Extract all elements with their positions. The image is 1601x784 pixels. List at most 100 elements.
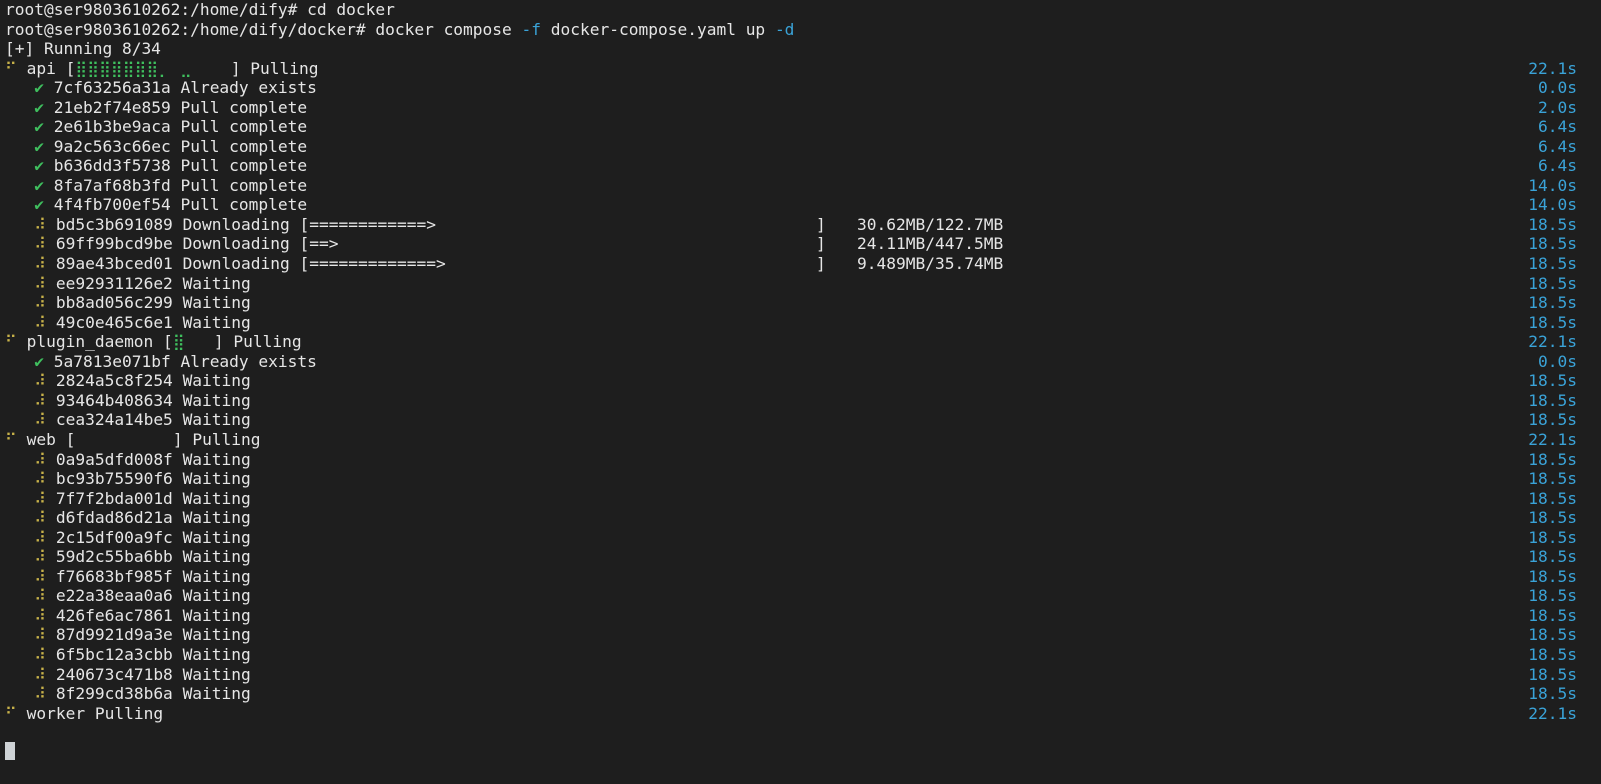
layer-row: ⠼ 89ae43bced01 Downloading [============… (0, 254, 1601, 274)
layer-status: Waiting (182, 566, 251, 586)
elapsed-time: 14.0s (1528, 195, 1577, 215)
layer-info: ⠼ f76683bf985f Waiting (5, 567, 251, 587)
layer-info: ⠼ 87d9921d9a3e Waiting (5, 625, 251, 645)
layer-info: ⠼ 59d2c55ba6bb Waiting (5, 547, 251, 567)
spinner-icon: ⠼ (34, 371, 47, 391)
layer-id: 240673c471b8 (55, 664, 173, 684)
progress-bar-tail (185, 332, 214, 351)
checkmark-icon: ✔ (34, 175, 44, 195)
service-row-worker: ⠋ worker Pulling 22.1s (0, 704, 1601, 724)
layer-row: ✔ b636dd3f5738 Pull complete 6.4s (0, 156, 1601, 176)
elapsed-time: 0.0s (1538, 78, 1577, 97)
command-flag: -f (521, 19, 542, 39)
elapsed-time: 6.4s (1538, 156, 1577, 176)
layer-status: Waiting (182, 664, 251, 684)
checkmark-icon: ✔ (34, 78, 44, 97)
layer-status: Pull complete (180, 175, 308, 195)
elapsed-time: 18.5s (1528, 371, 1577, 391)
checkmark-icon: ✔ (34, 117, 44, 137)
spinner-icon: ⠼ (34, 214, 47, 234)
spinner-icon: ⠼ (34, 234, 47, 254)
layer-status: Downloading [=============> ] (182, 253, 826, 273)
elapsed-time: 18.5s (1528, 293, 1577, 313)
layer-status: Already exists (180, 78, 317, 97)
layer-id: b636dd3f5738 (53, 156, 171, 176)
spinner-icon: ⠼ (34, 449, 47, 469)
layer-id: bb8ad056c299 (55, 293, 173, 313)
terminal-window[interactable]: root@ser9803610262:/home/dify# cd docker… (0, 0, 1601, 775)
layer-row: ✔ 21eb2f74e859 Pull complete 2.0s (0, 98, 1601, 118)
layer-id: ee92931126e2 (55, 273, 173, 293)
layer-info: ⠼ 0a9a5dfd008f Waiting (5, 450, 251, 470)
elapsed-time: 18.5s (1528, 684, 1577, 704)
layer-id: 2e61b3be9aca (53, 117, 171, 137)
layer-id: cea324a14be5 (55, 410, 173, 430)
spinner-icon: ⠋ (5, 704, 17, 723)
layer-info: ✔ 2e61b3be9aca Pull complete (5, 117, 307, 137)
layer-info: ⠼ cea324a14be5 Waiting (5, 410, 251, 430)
spinner-icon: ⠼ (34, 273, 47, 293)
layer-id: 2824a5c8f254 (55, 371, 173, 391)
elapsed-time: 18.5s (1528, 234, 1577, 254)
service-status: Pulling (85, 704, 164, 723)
spinner-icon: ⠼ (34, 488, 47, 508)
command-line-1: root@ser9803610262:/home/dify# cd docker (0, 0, 1601, 20)
layer-status: Waiting (182, 488, 251, 508)
checkmark-icon: ✔ (34, 351, 44, 371)
progress-bar-fill: ⣿⣿⣿⣿⣿⣿⣿⡀ (75, 58, 171, 78)
layer-id: 426fe6ac7861 (55, 605, 173, 625)
layer-id: bd5c3b691089 (55, 214, 173, 234)
layer-status: Waiting (182, 312, 251, 332)
spinner-icon: ⠼ (34, 625, 47, 645)
layer-info: ⠼ 2824a5c8f254 Waiting (5, 371, 251, 391)
checkmark-icon: ✔ (34, 97, 44, 117)
download-size: 30.62MB/122.7MB (857, 214, 1004, 234)
layer-info: ⠼ 7f7f2bda001d Waiting (5, 489, 251, 509)
command-text: cd docker (307, 0, 395, 19)
service-name: api (26, 58, 56, 78)
layer-info: ⠼ 426fe6ac7861 Waiting (5, 606, 251, 626)
layer-info: ✔ 5a7813e071bf Already exists (5, 352, 317, 372)
layer-status: Waiting (182, 390, 251, 410)
layer-row: ✔ 7cf63256a31a Already exists 0.0s (0, 78, 1601, 98)
layer-status: Waiting (182, 469, 251, 489)
layer-id: 21eb2f74e859 (53, 97, 171, 117)
layer-info: ⠼ 69ff99bcd9be Downloading [==> ] (5, 234, 826, 254)
layer-status: Pull complete (180, 117, 308, 137)
elapsed-time: 18.5s (1528, 390, 1577, 410)
layer-status: Waiting (182, 293, 251, 313)
elapsed-time: 6.4s (1538, 136, 1577, 156)
layer-row: ⠼ 0a9a5dfd008f Waiting 18.5s (0, 450, 1601, 470)
layer-status: Waiting (182, 605, 251, 625)
progress-bar-open: [ (55, 58, 76, 78)
layer-row: ⠼ e22a38eaa0a6 Waiting 18.5s (0, 586, 1601, 606)
layer-id: 7cf63256a31a (53, 78, 171, 97)
service-status: ] Pulling (172, 430, 261, 449)
layer-info: ✔ 7cf63256a31a Already exists (5, 78, 317, 98)
elapsed-time: 18.5s (1528, 214, 1577, 234)
layer-info: ⠼ 2c15df00a9fc Waiting (5, 528, 251, 548)
layer-row: ⠼ 59d2c55ba6bb Waiting 18.5s (0, 547, 1601, 567)
layer-row: ⠼ bd5c3b691089 Downloading [============… (0, 215, 1601, 235)
elapsed-time: 18.5s (1528, 488, 1577, 508)
elapsed-time: 22.1s (1528, 332, 1577, 351)
spinner-icon: ⠼ (34, 527, 47, 547)
layer-id: bc93b75590f6 (55, 469, 173, 489)
spinner-icon: ⠋ (5, 58, 17, 78)
layer-row: ⠼ cea324a14be5 Waiting 18.5s (0, 410, 1601, 430)
layer-info: ⠼ 6f5bc12a3cbb Waiting (5, 645, 251, 665)
elapsed-time: 18.5s (1528, 566, 1577, 586)
layer-id: 87d9921d9a3e (55, 625, 173, 645)
elapsed-time: 18.5s (1528, 547, 1577, 567)
